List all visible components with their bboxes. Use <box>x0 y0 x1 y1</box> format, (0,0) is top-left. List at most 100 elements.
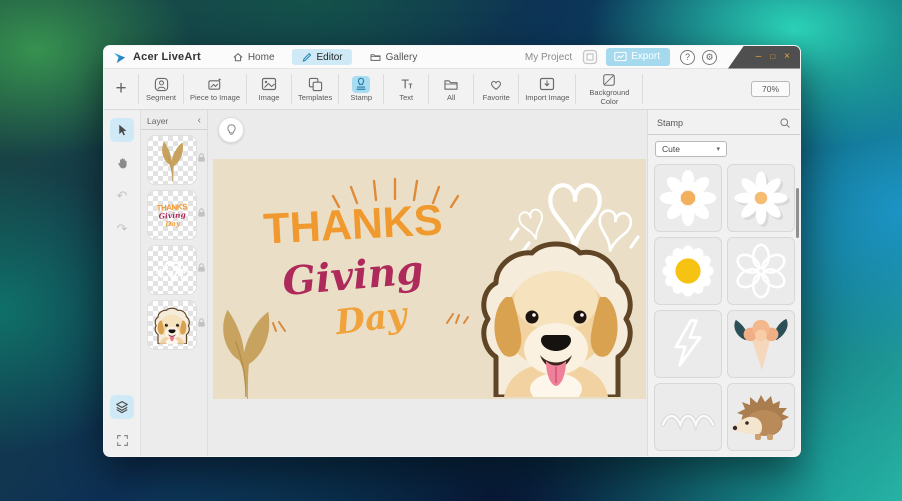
folder-icon <box>443 78 459 91</box>
maximize-button[interactable]: □ <box>770 53 775 61</box>
collapse-panel-icon[interactable]: ‹ <box>198 115 201 126</box>
stamp-icon <box>354 77 368 91</box>
pencil-icon <box>301 51 313 63</box>
fit-screen-icon <box>116 434 129 447</box>
tab-home-label: Home <box>248 52 275 63</box>
chevron-down-icon: ▾ <box>716 145 720 153</box>
save-project-icon[interactable] <box>582 49 598 65</box>
lightning-stamp-icon <box>660 316 716 372</box>
squiggle-stamp-icon <box>659 388 717 446</box>
puppy-thumbnail <box>151 307 193 344</box>
templates-icon <box>308 77 323 92</box>
stamp-card-bouquet[interactable] <box>727 310 795 378</box>
piece-to-image-icon <box>207 77 223 92</box>
layer-item-leaf[interactable] <box>141 130 207 185</box>
tab-editor[interactable]: Editor <box>292 49 352 65</box>
toolbar-item-favorite[interactable]: Favorite <box>474 69 518 109</box>
daisy-stamp-icon <box>659 169 717 227</box>
lock-icon[interactable] <box>196 262 207 273</box>
layer-item-hearts[interactable] <box>141 240 207 295</box>
stamp-card-yellow-flower[interactable] <box>654 237 722 305</box>
segment-icon <box>154 77 169 92</box>
fit-screen-button[interactable] <box>110 428 134 452</box>
acer-liveart-logo <box>112 50 127 65</box>
leaf-graphic[interactable] <box>215 302 275 399</box>
stamp-card-hedgehog[interactable] <box>727 383 795 451</box>
stamp-card-outline-flower[interactable] <box>727 237 795 305</box>
stamp-panel-title: Stamp <box>657 118 683 128</box>
stamp-panel: Stamp Cute ▾ <box>647 110 800 457</box>
yellow-center-flower-stamp-icon <box>659 242 717 300</box>
toolbar-item-text[interactable]: Text <box>384 69 428 109</box>
design-canvas[interactable]: THANKS Giving Day <box>213 159 646 399</box>
tool-rail: ↶ ↷ <box>104 110 141 457</box>
help-icon: ? <box>685 52 690 62</box>
redo-icon: ↷ <box>117 221 128 237</box>
hearts-layer-thumbnail <box>152 254 192 286</box>
stamp-category-value: Cute <box>662 144 680 154</box>
main-toolbar: + Segment Piece to Image Image Templates… <box>104 69 800 110</box>
stamp-category-dropdown[interactable]: Cute ▾ <box>655 141 727 157</box>
title-bar: Acer LiveArt Home Editor Gallery My Proj… <box>104 46 800 69</box>
layer-item-text[interactable]: THANKS Giving Day <box>141 185 207 240</box>
tips-button[interactable] <box>218 117 244 143</box>
help-button[interactable]: ? <box>680 50 695 65</box>
text-icon <box>399 77 414 91</box>
zoom-level[interactable]: 70% <box>751 81 790 97</box>
bouquet-stamp-icon <box>732 315 790 373</box>
toolbar-item-stamp[interactable]: Stamp <box>339 69 383 109</box>
toolbar-item-image[interactable]: Image <box>247 69 291 109</box>
stamp-card-daisy-shadow[interactable] <box>727 164 795 232</box>
image-icon <box>261 77 277 91</box>
puppy-sticker[interactable] <box>466 239 646 397</box>
toolbar-item-import-image[interactable]: Import Image <box>519 69 575 109</box>
redo-button[interactable]: ↷ <box>110 217 134 241</box>
lock-icon[interactable] <box>196 317 207 328</box>
canvas-area: THANKS Giving Day <box>208 110 647 457</box>
app-window: Acer LiveArt Home Editor Gallery My Proj… <box>103 45 801 457</box>
home-icon <box>232 51 244 63</box>
close-button[interactable]: × <box>784 52 790 62</box>
tab-gallery[interactable]: Gallery <box>360 49 427 65</box>
layers-panel-title: Layer <box>147 116 168 126</box>
layers-panel: Layer ‹ THANKS Giving Day <box>141 110 208 457</box>
app-title: Acer LiveArt <box>133 51 201 63</box>
tab-gallery-label: Gallery <box>386 52 418 63</box>
cursor-icon <box>116 123 129 137</box>
background-color-icon <box>602 73 616 87</box>
panel-scrollbar[interactable] <box>796 188 799 238</box>
tab-editor-label: Editor <box>317 52 343 63</box>
export-icon <box>614 51 627 62</box>
settings-button[interactable]: ⚙ <box>702 50 717 65</box>
select-tool[interactable] <box>110 118 134 142</box>
undo-button[interactable]: ↶ <box>110 184 134 208</box>
outline-flower-stamp-icon <box>732 242 790 300</box>
daisy-shadow-stamp-icon <box>732 169 790 227</box>
undo-icon: ↶ <box>117 188 128 204</box>
project-name: My Project <box>525 52 572 63</box>
layers-toggle[interactable] <box>110 395 134 419</box>
toolbar-item-templates[interactable]: Templates <box>292 69 338 109</box>
add-button[interactable]: + <box>104 69 138 109</box>
toolbar-item-piece-to-image[interactable]: Piece to Image <box>184 69 246 109</box>
export-label: Export <box>631 51 660 62</box>
lock-icon[interactable] <box>196 152 207 163</box>
export-button[interactable]: Export <box>606 48 670 66</box>
toolbar-item-all[interactable]: All <box>429 69 473 109</box>
stamp-card-daisy[interactable] <box>654 164 722 232</box>
tab-home[interactable]: Home <box>223 49 284 65</box>
hand-tool[interactable] <box>110 151 134 175</box>
import-image-icon <box>539 77 555 91</box>
stamp-card-lightning[interactable] <box>654 310 722 378</box>
toolbar-item-background-color[interactable]: Background Color <box>576 69 642 109</box>
search-icon[interactable] <box>779 117 791 129</box>
gallery-icon <box>369 51 382 63</box>
hedgehog-stamp-icon <box>731 392 791 442</box>
text-layer-thumbnail: THANKS Giving Day <box>156 203 187 227</box>
toolbar-item-segment[interactable]: Segment <box>139 69 183 109</box>
layer-item-puppy[interactable] <box>141 295 207 350</box>
heart-icon <box>489 78 503 91</box>
minimize-button[interactable]: – <box>756 52 762 62</box>
stamp-card-squiggle[interactable] <box>654 383 722 451</box>
lock-icon[interactable] <box>196 207 207 218</box>
